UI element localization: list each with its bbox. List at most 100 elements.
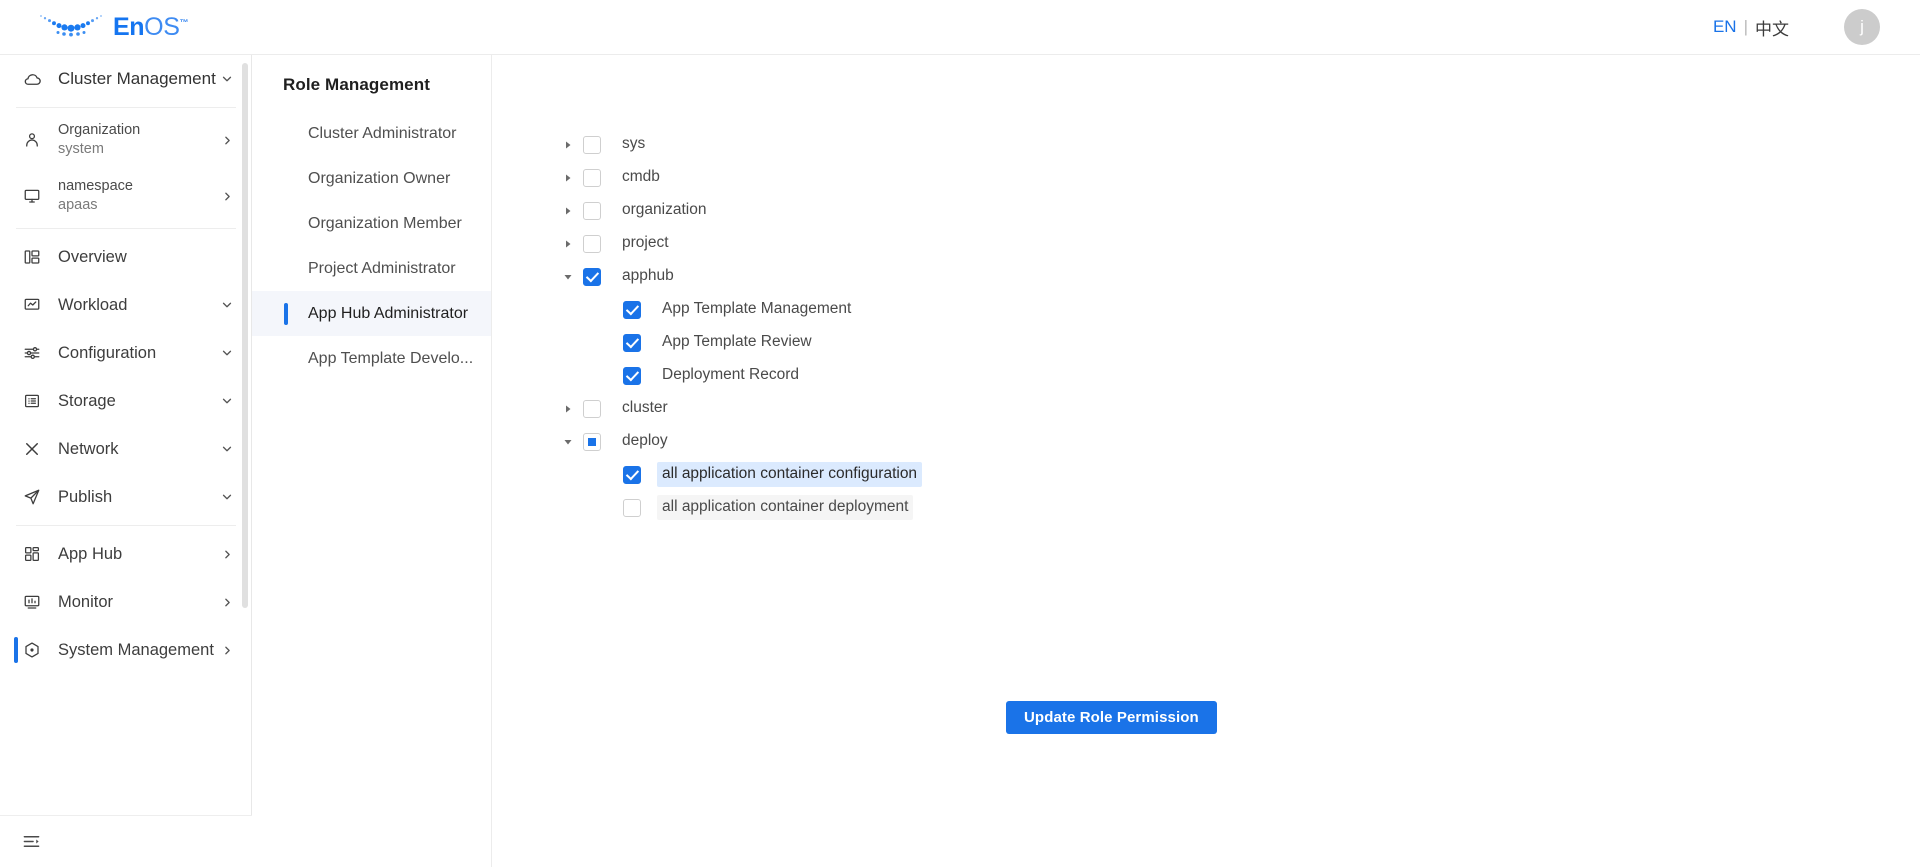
sidebar-monitor-label: Monitor: [58, 592, 114, 611]
update-role-permission-button[interactable]: Update Role Permission: [1006, 701, 1217, 734]
publish-icon: [22, 487, 42, 507]
role-item-organization-member[interactable]: Organization Member: [252, 201, 491, 246]
chevron-right-icon[interactable]: [221, 190, 234, 203]
sidebar-scroll-area: Cluster Management Organization system n…: [0, 55, 252, 670]
tree-label-cluster[interactable]: cluster: [617, 396, 673, 421]
top-header-bar: EnOS™ EN | 中文 j: [0, 0, 1920, 55]
sidebar-item-system-management[interactable]: System Management: [0, 626, 252, 670]
tree-label-cmdb[interactable]: cmdb: [617, 165, 665, 190]
sidebar-publish-label: Publish: [58, 487, 113, 506]
sidebar: Cluster Management Organization system n…: [0, 55, 252, 867]
tree-label-organization[interactable]: organization: [617, 198, 711, 223]
lang-zh-button[interactable]: 中文: [1755, 15, 1789, 40]
caret-right-icon[interactable]: [558, 399, 578, 419]
sidebar-scrollbar[interactable]: [242, 63, 248, 608]
permission-tree: sys cmdb organization project apphub App…: [493, 55, 1920, 524]
caret-right-icon[interactable]: [558, 234, 578, 254]
checkbox-project[interactable]: [583, 234, 601, 253]
logo-os: OS: [144, 12, 180, 41]
tree-node-all-application-container-deployment: all application container deployment: [558, 491, 1920, 524]
checkbox-cmdb[interactable]: [583, 168, 601, 187]
sidebar-item-storage[interactable]: Storage: [0, 377, 252, 425]
caret-right-icon[interactable]: [558, 201, 578, 221]
tree-label-apphub[interactable]: apphub: [617, 264, 679, 289]
tree-label-deploy[interactable]: deploy: [617, 429, 673, 454]
sidebar-item-app-hub[interactable]: App Hub: [0, 530, 252, 578]
role-item-app-hub-administrator[interactable]: App Hub Administrator: [252, 291, 491, 336]
checkbox-deploy[interactable]: [583, 432, 601, 451]
enos-logo[interactable]: EnOS™: [38, 7, 188, 47]
sidebar-item-configuration[interactable]: Configuration: [0, 329, 252, 377]
tree-node-all-application-container-configuration: all application container configuration: [558, 458, 1920, 491]
tree-node-cmdb: cmdb: [558, 161, 1920, 194]
role-item-app-template-developer[interactable]: App Template Develo...: [252, 336, 491, 381]
tree-node-app-template-review: App Template Review: [558, 326, 1920, 359]
caret-right-icon[interactable]: [558, 135, 578, 155]
checkbox-all-application-container-deployment[interactable]: [623, 498, 641, 517]
tree-node-deployment-record: Deployment Record: [558, 359, 1920, 392]
chevron-right-icon[interactable]: [221, 644, 234, 657]
role-list-panel: Role Management Cluster Administrator Or…: [252, 55, 492, 867]
caret-down-icon[interactable]: [558, 432, 578, 452]
monitor-icon: [22, 186, 42, 206]
chevron-down-icon[interactable]: [220, 394, 234, 408]
role-list: Cluster Administrator Organization Owner…: [252, 111, 491, 381]
checkbox-all-application-container-configuration[interactable]: [623, 465, 641, 484]
sidebar-divider-3: [16, 525, 236, 526]
chevron-down-icon[interactable]: [220, 346, 234, 360]
header-right-controls: EN | 中文 j: [1713, 9, 1880, 45]
sidebar-item-network[interactable]: Network: [0, 425, 252, 473]
sidebar-item-publish[interactable]: Publish: [0, 473, 252, 521]
role-item-cluster-administrator[interactable]: Cluster Administrator: [252, 111, 491, 156]
chevron-right-icon[interactable]: [221, 596, 234, 609]
checkbox-deployment-record[interactable]: [623, 366, 641, 385]
chevron-right-icon[interactable]: [221, 548, 234, 561]
avatar[interactable]: j: [1844, 9, 1880, 45]
collapse-sidebar-icon[interactable]: [22, 832, 41, 851]
chevron-right-icon[interactable]: [221, 134, 234, 147]
sidebar-item-overview[interactable]: Overview: [0, 233, 252, 281]
sidebar-footer: [0, 815, 252, 867]
language-switcher: EN | 中文: [1713, 15, 1789, 40]
tree-label-app-template-review[interactable]: App Template Review: [657, 330, 817, 355]
tree-node-apphub: apphub: [558, 260, 1920, 293]
sidebar-workload-label: Workload: [58, 295, 128, 314]
checkbox-app-template-review[interactable]: [623, 333, 641, 352]
tree-label-all-application-container-configuration[interactable]: all application container configuration: [657, 462, 923, 487]
chevron-down-icon[interactable]: [220, 298, 234, 312]
page-title: Role Management: [283, 75, 430, 94]
sidebar-item-workload[interactable]: Workload: [0, 281, 252, 329]
chevron-down-icon[interactable]: [220, 72, 234, 86]
chevron-down-icon[interactable]: [220, 490, 234, 504]
tree-node-project: project: [558, 227, 1920, 260]
checkbox-app-template-management[interactable]: [623, 300, 641, 319]
caret-down-icon[interactable]: [558, 267, 578, 287]
sidebar-divider-1: [16, 107, 236, 108]
sidebar-item-cluster-management[interactable]: Cluster Management: [0, 55, 252, 103]
logo-en: En: [113, 12, 145, 41]
chevron-down-icon[interactable]: [220, 442, 234, 456]
tree-node-sys: sys: [558, 128, 1920, 161]
storage-icon: [22, 391, 42, 411]
role-item-project-administrator[interactable]: Project Administrator: [252, 246, 491, 291]
sidebar-item-namespace-apaas[interactable]: namespace apaas: [0, 168, 252, 224]
tree-node-organization: organization: [558, 194, 1920, 227]
tree-label-all-application-container-deployment[interactable]: all application container deployment: [657, 495, 914, 520]
tree-label-sys[interactable]: sys: [617, 132, 650, 157]
checkbox-organization[interactable]: [583, 201, 601, 220]
permission-content-area: sys cmdb organization project apphub App…: [493, 55, 1920, 867]
tree-label-deployment-record[interactable]: Deployment Record: [657, 363, 804, 388]
lang-en-button[interactable]: EN: [1713, 17, 1737, 37]
apphub-icon: [22, 544, 42, 564]
checkbox-sys[interactable]: [583, 135, 601, 154]
role-item-organization-owner[interactable]: Organization Owner: [252, 156, 491, 201]
enos-arc-logo-icon: [40, 15, 102, 37]
sidebar-overview-label: Overview: [58, 247, 127, 266]
checkbox-apphub[interactable]: [583, 267, 601, 286]
sidebar-item-organization-system[interactable]: Organization system: [0, 112, 252, 168]
checkbox-cluster[interactable]: [583, 399, 601, 418]
tree-label-app-template-management[interactable]: App Template Management: [657, 297, 856, 322]
tree-label-project[interactable]: project: [617, 231, 674, 256]
sidebar-item-monitor[interactable]: Monitor: [0, 578, 252, 626]
caret-right-icon[interactable]: [558, 168, 578, 188]
